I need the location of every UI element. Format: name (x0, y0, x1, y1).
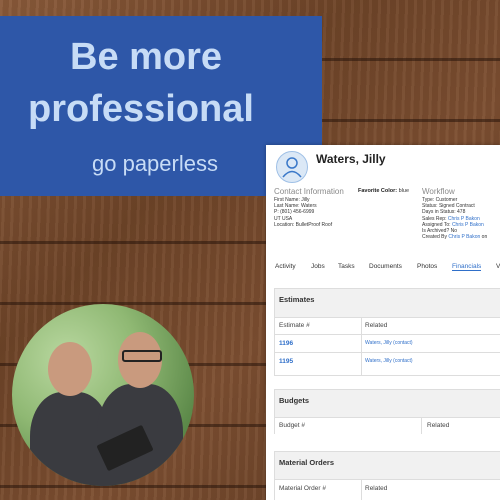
budgets-title: Budgets (279, 396, 309, 405)
tab-bar: Activity Jobs Tasks Documents Photos Fin… (266, 263, 500, 277)
contact-info-title: Contact Information (274, 187, 344, 196)
column-divider (421, 418, 422, 434)
material-orders-section: Material Orders Material Order # Related (274, 451, 500, 500)
user-icon (276, 151, 308, 183)
budgets-section: Budgets Budget # Related (274, 389, 500, 434)
estimate-number-link[interactable]: 1195 (279, 358, 293, 365)
workflow-title: Workflow (422, 187, 455, 196)
budgets-col-number: Budget # (279, 422, 306, 429)
budgets-table: Budget # Related (275, 417, 500, 434)
tab-photos[interactable]: Photos (417, 263, 437, 270)
tab-jobs[interactable]: Jobs (311, 263, 325, 270)
material-orders-col-number: Material Order # (279, 485, 326, 492)
banner-line-1: Be more (70, 36, 223, 78)
team-photo (12, 304, 194, 486)
material-orders-col-related: Related (365, 485, 388, 492)
column-divider (361, 318, 362, 375)
workflow-details: Type: Customer Status: Signed Contract D… (422, 197, 488, 241)
banner-line-3: go paperless (92, 151, 218, 176)
tab-more[interactable]: V (496, 263, 500, 270)
estimates-title: Estimates (279, 295, 315, 304)
column-divider (361, 480, 362, 500)
contact-details: First Name: Jilly Last Name: Waters P: (… (274, 197, 333, 228)
tab-financials[interactable]: Financials (452, 263, 482, 271)
material-orders-title: Material Orders (279, 458, 335, 467)
estimate-related-link[interactable]: Waters, Jilly (contact) (365, 340, 413, 346)
estimate-number-link[interactable]: 1196 (279, 340, 293, 347)
glasses-icon (122, 350, 162, 362)
tab-tasks[interactable]: Tasks (338, 263, 355, 270)
tab-activity[interactable]: Activity (275, 263, 296, 270)
person-left-head (48, 342, 92, 396)
tab-documents[interactable]: Documents (369, 263, 402, 270)
favorite-color: Favorite Color: blue (358, 188, 410, 194)
budgets-col-related: Related (427, 422, 450, 429)
contact-name: Waters, Jilly (316, 152, 386, 166)
banner-line-2: professional (28, 88, 254, 130)
estimates-section: Estimates Estimate # Related 1196 Waters… (274, 288, 500, 376)
estimates-table: Estimate # Related 1196 Waters, Jilly (c… (275, 317, 500, 375)
material-orders-table: Material Order # Related (275, 479, 500, 500)
estimates-col-related: Related (365, 322, 388, 329)
estimates-col-number: Estimate # (279, 322, 310, 329)
crm-contact-panel: Waters, Jilly Contact Information Favori… (266, 145, 500, 500)
estimate-related-link[interactable]: Waters, Jilly (contact) (365, 358, 413, 364)
